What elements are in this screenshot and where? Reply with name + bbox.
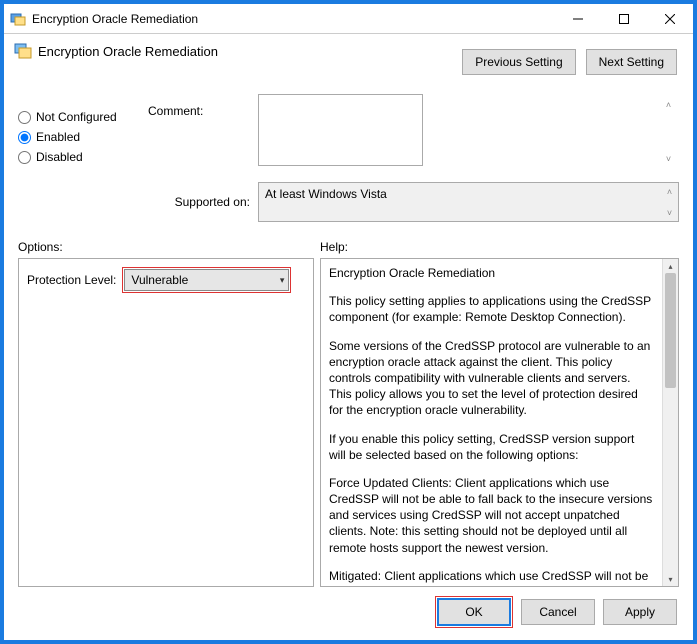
window-title: Encryption Oracle Remediation bbox=[32, 12, 555, 26]
panels: Protection Level: Vulnerable ▾ Encryptio… bbox=[4, 258, 693, 593]
scroll-up-icon[interactable]: ▴ bbox=[663, 259, 678, 273]
radio-enabled[interactable]: Enabled bbox=[18, 130, 148, 144]
scroll-thumb[interactable] bbox=[665, 273, 676, 388]
scroll-down-icon[interactable]: ▾ bbox=[663, 572, 678, 586]
close-button[interactable] bbox=[647, 4, 693, 33]
help-p6: Mitigated: Client applications which use… bbox=[329, 568, 654, 586]
window-controls bbox=[555, 4, 693, 33]
protection-level-combo[interactable]: Vulnerable ▾ bbox=[124, 269, 289, 291]
radio-disabled[interactable]: Disabled bbox=[18, 150, 148, 164]
radio-disabled-input[interactable] bbox=[18, 151, 31, 164]
supported-on-text: At least Windows Vista bbox=[265, 187, 387, 201]
apply-button[interactable]: Apply bbox=[603, 599, 677, 625]
ok-button[interactable]: OK bbox=[437, 598, 511, 626]
footer-buttons: OK Cancel Apply bbox=[435, 596, 677, 628]
ok-highlight: OK bbox=[435, 596, 513, 628]
help-scrollbar[interactable]: ▴ ▾ bbox=[662, 259, 678, 586]
help-p5: Force Updated Clients: Client applicatio… bbox=[329, 475, 654, 556]
radio-enabled-label: Enabled bbox=[36, 130, 80, 144]
config-row: Not Configured Enabled Disabled Comment:… bbox=[4, 90, 693, 174]
maximize-icon bbox=[619, 14, 629, 24]
section-labels: Options: Help: bbox=[4, 226, 693, 258]
protection-level-label: Protection Level: bbox=[27, 273, 116, 287]
comment-scroll: ˄ ˅ bbox=[661, 97, 676, 166]
nav-buttons: Previous Setting Next Setting bbox=[462, 49, 677, 75]
supported-on-box: At least Windows Vista ˄ ˅ bbox=[258, 182, 679, 222]
protection-level-row: Protection Level: Vulnerable ▾ bbox=[27, 267, 305, 293]
previous-setting-button[interactable]: Previous Setting bbox=[462, 49, 575, 75]
dialog-window: Encryption Oracle Remediation Encryption… bbox=[0, 0, 697, 644]
policy-icon bbox=[14, 42, 32, 60]
help-p4: If you enable this policy setting, CredS… bbox=[329, 431, 654, 463]
minimize-icon bbox=[573, 14, 583, 24]
scroll-up-icon[interactable]: ˄ bbox=[662, 184, 677, 199]
radio-not-configured-input[interactable] bbox=[18, 111, 31, 124]
maximize-button[interactable] bbox=[601, 4, 647, 33]
titlebar: Encryption Oracle Remediation bbox=[4, 4, 693, 34]
help-p1: Encryption Oracle Remediation bbox=[329, 265, 654, 281]
comment-label: Comment: bbox=[148, 94, 258, 118]
help-text: Encryption Oracle Remediation This polic… bbox=[321, 259, 662, 586]
policy-title: Encryption Oracle Remediation bbox=[38, 44, 218, 59]
help-p3: Some versions of the CredSSP protocol ar… bbox=[329, 338, 654, 419]
help-label: Help: bbox=[320, 240, 348, 254]
next-setting-button[interactable]: Next Setting bbox=[586, 49, 677, 75]
minimize-button[interactable] bbox=[555, 4, 601, 33]
options-label: Options: bbox=[18, 240, 320, 254]
state-radio-group: Not Configured Enabled Disabled bbox=[18, 94, 148, 170]
scroll-down-icon[interactable]: ˅ bbox=[661, 151, 676, 166]
radio-not-configured[interactable]: Not Configured bbox=[18, 110, 148, 124]
scroll-down-icon[interactable]: ˅ bbox=[662, 205, 677, 220]
close-icon bbox=[665, 14, 675, 24]
supported-scroll: ˄ ˅ bbox=[662, 184, 677, 220]
scroll-up-icon[interactable]: ˄ bbox=[661, 97, 676, 112]
protection-level-value: Vulnerable bbox=[131, 273, 188, 287]
options-panel: Protection Level: Vulnerable ▾ bbox=[18, 258, 314, 587]
radio-enabled-input[interactable] bbox=[18, 131, 31, 144]
cancel-button[interactable]: Cancel bbox=[521, 599, 595, 625]
radio-disabled-label: Disabled bbox=[36, 150, 83, 164]
app-icon bbox=[10, 11, 26, 27]
chevron-down-icon: ▾ bbox=[280, 275, 285, 286]
help-panel: Encryption Oracle Remediation This polic… bbox=[320, 258, 679, 587]
protection-level-highlight: Vulnerable ▾ bbox=[122, 267, 291, 293]
comment-textarea[interactable] bbox=[258, 94, 423, 166]
help-p2: This policy setting applies to applicati… bbox=[329, 293, 654, 325]
supported-row: Supported on: At least Windows Vista ˄ ˅ bbox=[4, 178, 693, 226]
supported-on-label: Supported on: bbox=[18, 195, 258, 209]
radio-not-configured-label: Not Configured bbox=[36, 110, 117, 124]
